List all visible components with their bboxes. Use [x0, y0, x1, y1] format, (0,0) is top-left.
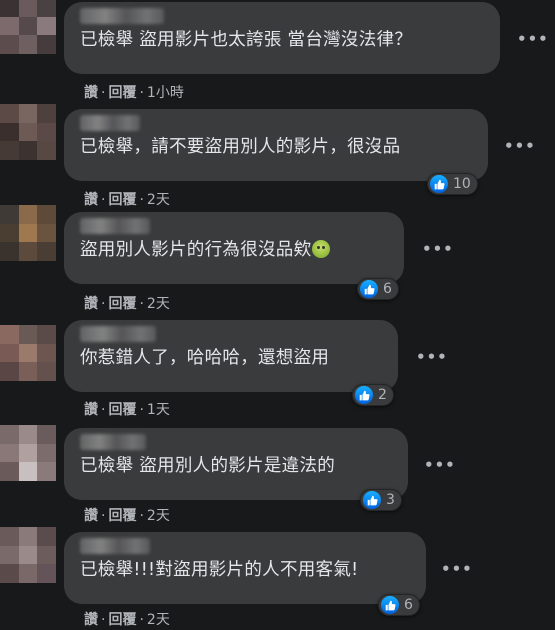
like-button[interactable]: 讚: [84, 296, 98, 312]
like-thumb-icon: [360, 280, 378, 298]
commenter-name[interactable]: [80, 218, 150, 234]
avatar[interactable]: [0, 425, 56, 481]
reaction-badge[interactable]: 2: [352, 384, 394, 406]
comment-text: 已檢舉!!!對盜用影片的人不用客氣!: [80, 560, 359, 580]
comment-text-line: 盜用別人影片的行為很沒品欸: [80, 238, 392, 262]
comment-text: 已檢舉 盜用影片也太誇張 當台灣沒法律？: [80, 30, 413, 50]
reaction-badge[interactable]: 6: [378, 594, 420, 616]
comment-bubble: 已檢舉，請不要盜用別人的影片，很沒品: [64, 109, 488, 181]
reaction-badge[interactable]: 3: [360, 489, 402, 511]
avatar[interactable]: [0, 0, 56, 54]
like-thumb-icon: [355, 386, 373, 404]
reaction-badge[interactable]: 10: [427, 173, 478, 195]
reaction-badge[interactable]: 6: [357, 278, 399, 300]
comment-actions: 讚 · 回覆 · 2天: [84, 296, 170, 312]
more-options-icon[interactable]: •••: [517, 30, 549, 48]
like-thumb-icon: [381, 596, 399, 614]
comment-bubble: 已檢舉 盜用別人的影片是違法的: [64, 428, 408, 500]
comment-text: 已檢舉 盜用別人的影片是違法的: [80, 456, 336, 476]
comment-timestamp[interactable]: 2天: [147, 508, 170, 524]
more-options-icon[interactable]: •••: [504, 137, 536, 155]
avatar[interactable]: [0, 325, 56, 381]
comment-actions: 讚 · 回覆 · 2天: [84, 192, 170, 208]
comment-timestamp[interactable]: 1天: [147, 402, 170, 418]
comment-text: 盜用別人影片的行為很沒品欸: [80, 240, 312, 260]
avatar[interactable]: [0, 527, 56, 583]
like-thumb-icon: [363, 491, 381, 509]
reply-button[interactable]: 回覆: [108, 85, 136, 101]
comment-bubble: 已檢舉!!!對盜用影片的人不用客氣!: [64, 532, 426, 604]
comment-bubble: 你惹錯人了，哈哈哈，還想盜用: [64, 320, 398, 392]
reaction-count: 6: [404, 597, 413, 613]
like-button[interactable]: 讚: [84, 508, 98, 524]
like-button[interactable]: 讚: [84, 85, 98, 101]
commenter-name[interactable]: [80, 434, 146, 450]
comment-timestamp[interactable]: 2天: [147, 612, 170, 628]
comment-bubble: 已檢舉 盜用影片也太誇張 當台灣沒法律？: [64, 2, 500, 74]
comment-actions: 讚 · 回覆 · 2天: [84, 508, 170, 524]
like-thumb-icon: [430, 175, 448, 193]
reaction-count: 3: [386, 492, 395, 508]
more-options-icon[interactable]: •••: [441, 560, 473, 578]
commenter-name[interactable]: [80, 326, 156, 342]
like-button[interactable]: 讚: [84, 612, 98, 628]
sick-face-emoji: [312, 240, 331, 258]
commenter-name[interactable]: [80, 115, 140, 131]
like-button[interactable]: 讚: [84, 192, 98, 208]
reply-button[interactable]: 回覆: [108, 612, 136, 628]
reply-button[interactable]: 回覆: [108, 402, 136, 418]
comment-timestamp[interactable]: 1小時: [147, 85, 184, 101]
more-options-icon[interactable]: •••: [416, 348, 448, 366]
commenter-name[interactable]: [80, 538, 150, 554]
comment-actions: 讚 · 回覆 · 1小時: [84, 85, 184, 101]
comment-text: 你惹錯人了，哈哈哈，還想盜用: [80, 348, 330, 368]
reply-button[interactable]: 回覆: [108, 192, 136, 208]
reaction-count: 2: [378, 387, 387, 403]
avatar[interactable]: [0, 104, 56, 160]
commenter-name[interactable]: [80, 8, 164, 24]
comment-actions: 讚 · 回覆 · 2天: [84, 612, 170, 628]
comment-text: 已檢舉，請不要盜用別人的影片，很沒品: [80, 137, 401, 157]
avatar[interactable]: [0, 205, 56, 261]
comment-actions: 讚 · 回覆 · 1天: [84, 402, 170, 418]
comment-bubble: 盜用別人影片的行為很沒品欸: [64, 212, 404, 284]
more-options-icon[interactable]: •••: [422, 240, 454, 258]
reply-button[interactable]: 回覆: [108, 508, 136, 524]
reaction-count: 10: [453, 176, 471, 192]
comment-timestamp[interactable]: 2天: [147, 192, 170, 208]
reply-button[interactable]: 回覆: [108, 296, 136, 312]
reaction-count: 6: [383, 281, 392, 297]
more-options-icon[interactable]: •••: [424, 456, 456, 474]
comment-timestamp[interactable]: 2天: [147, 296, 170, 312]
like-button[interactable]: 讚: [84, 402, 98, 418]
